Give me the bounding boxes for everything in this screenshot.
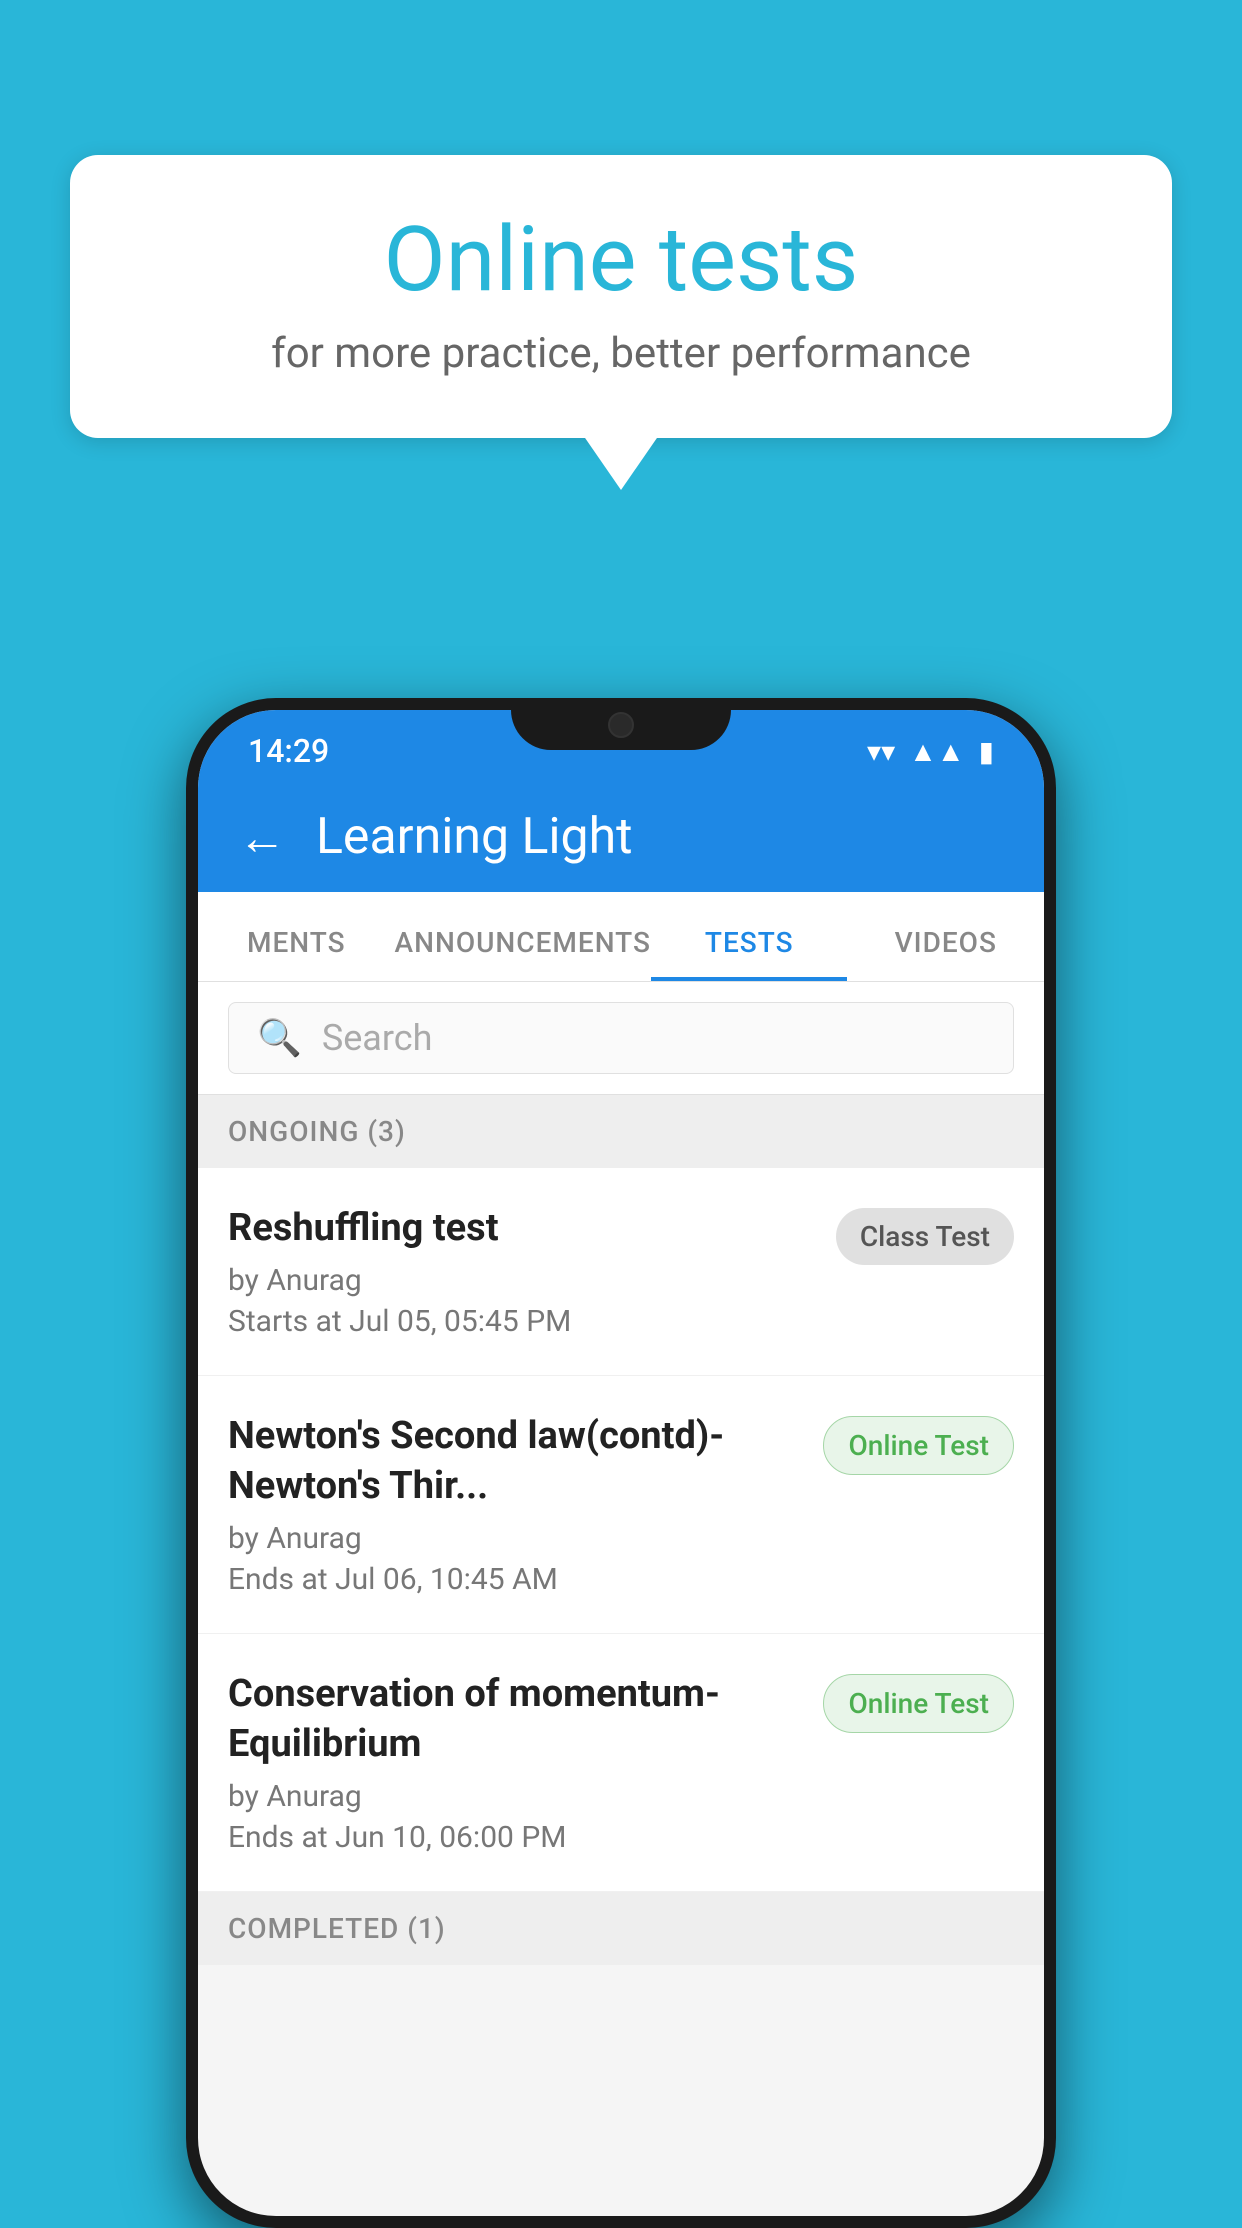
tab-announcements[interactable]: ANNOUNCEMENTS — [395, 926, 651, 981]
app-title: Learning Light — [316, 808, 633, 866]
status-time: 14:29 — [248, 732, 329, 770]
test-info: Newton's Second law(contd)-Newton's Thir… — [228, 1412, 803, 1597]
back-button[interactable]: ← — [238, 809, 286, 866]
tab-videos[interactable]: VIDEOS — [847, 926, 1044, 981]
section-header-ongoing: ONGOING (3) — [198, 1095, 1044, 1168]
tabs-bar: MENTS ANNOUNCEMENTS TESTS VIDEOS — [198, 892, 1044, 982]
list-item[interactable]: Newton's Second law(contd)-Newton's Thir… — [198, 1376, 1044, 1634]
test-author: by Anurag — [228, 1263, 816, 1298]
phone-frame: 14:29 ▾▾ ▲▲ ▮ ← Learning Light MENTS ANN… — [186, 698, 1056, 2228]
phone-camera — [608, 712, 634, 738]
test-name: Reshuffling test — [228, 1204, 816, 1253]
search-container: 🔍 Search — [198, 982, 1044, 1095]
battery-icon: ▮ — [979, 735, 994, 768]
test-name: Conservation of momentum-Equilibrium — [228, 1670, 803, 1769]
search-icon: 🔍 — [257, 1017, 302, 1059]
wifi-icon: ▾▾ — [867, 735, 895, 768]
test-date: Starts at Jul 05, 05:45 PM — [228, 1304, 816, 1339]
test-list: Reshuffling test by Anurag Starts at Jul… — [198, 1168, 1044, 1892]
phone-screen: 14:29 ▾▾ ▲▲ ▮ ← Learning Light MENTS ANN… — [198, 710, 1044, 2216]
test-badge-class-test: Class Test — [836, 1208, 1014, 1265]
test-date: Ends at Jul 06, 10:45 AM — [228, 1562, 803, 1597]
section-label-completed: COMPLETED (1) — [228, 1912, 446, 1945]
test-author: by Anurag — [228, 1779, 803, 1814]
phone-notch — [511, 698, 731, 750]
search-input[interactable]: 🔍 Search — [228, 1002, 1014, 1074]
tab-ments[interactable]: MENTS — [198, 926, 395, 981]
section-header-completed: COMPLETED (1) — [198, 1892, 1044, 1965]
signal-icon: ▲▲ — [909, 735, 964, 768]
section-label-ongoing: ONGOING (3) — [228, 1115, 406, 1148]
test-name: Newton's Second law(contd)-Newton's Thir… — [228, 1412, 803, 1511]
test-author: by Anurag — [228, 1521, 803, 1556]
bubble-subtitle: for more practice, better performance — [130, 329, 1112, 378]
list-item[interactable]: Reshuffling test by Anurag Starts at Jul… — [198, 1168, 1044, 1376]
test-date: Ends at Jun 10, 06:00 PM — [228, 1820, 803, 1855]
test-info: Reshuffling test by Anurag Starts at Jul… — [228, 1204, 816, 1339]
tab-tests[interactable]: TESTS — [651, 926, 848, 981]
speech-bubble: Online tests for more practice, better p… — [70, 155, 1172, 438]
list-item[interactable]: Conservation of momentum-Equilibrium by … — [198, 1634, 1044, 1892]
status-icons: ▾▾ ▲▲ ▮ — [867, 735, 994, 768]
test-badge-online-test-2: Online Test — [823, 1674, 1014, 1733]
search-placeholder: Search — [322, 1017, 433, 1059]
bubble-title: Online tests — [130, 210, 1112, 309]
test-badge-online-test: Online Test — [823, 1416, 1014, 1475]
app-header: ← Learning Light — [198, 782, 1044, 892]
test-info: Conservation of momentum-Equilibrium by … — [228, 1670, 803, 1855]
